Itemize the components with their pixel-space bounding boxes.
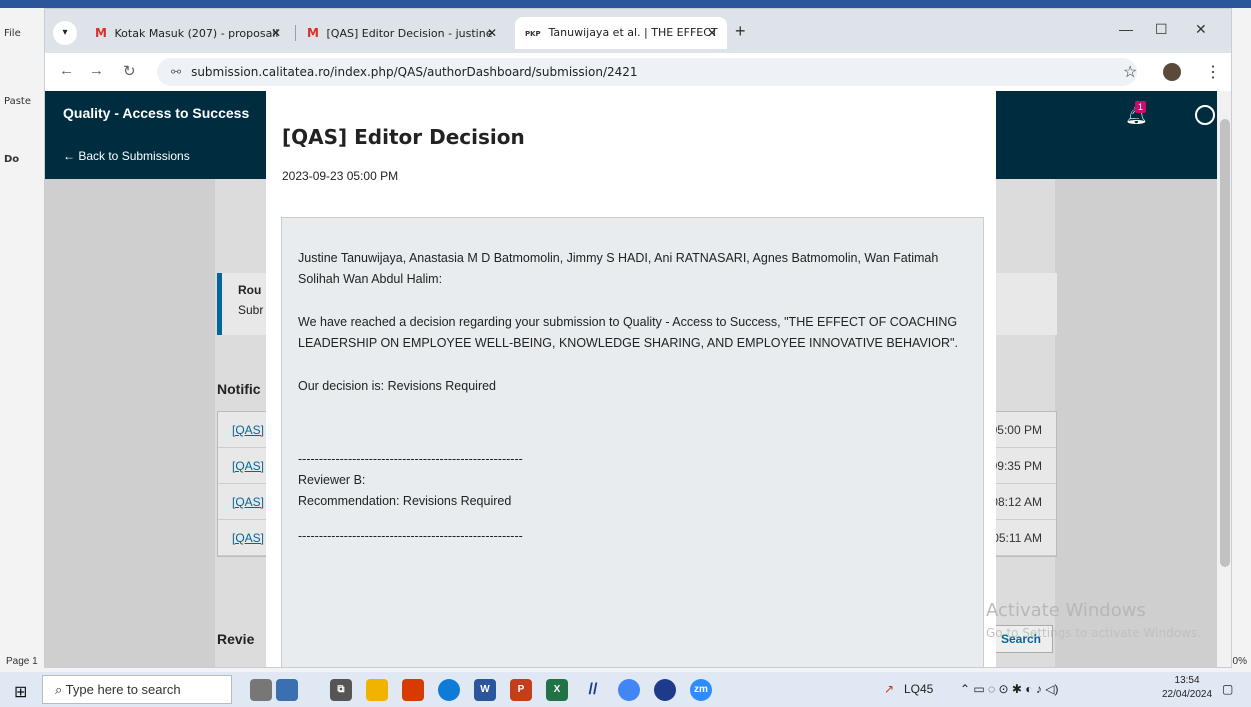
- email-body: Justine Tanuwijaya, Anastasia M D Batmom…: [281, 217, 984, 667]
- notes-icon[interactable]: //: [582, 679, 604, 701]
- browser-toolbar: ← → ↻ ⚯ submission.calitatea.ro/index.php…: [45, 53, 1231, 91]
- tab-submission[interactable]: PKP Tanuwijaya et al. | THE EFFECT ✕: [515, 17, 727, 49]
- chrome-icon[interactable]: [618, 679, 640, 701]
- user-account-icon[interactable]: [1195, 105, 1215, 125]
- maximize-icon[interactable]: ☐: [1155, 21, 1168, 38]
- windows-start-icon[interactable]: ⊞: [14, 682, 27, 702]
- email-addressees: Justine Tanuwijaya, Anastasia M D Batmom…: [298, 251, 939, 286]
- task-view-icon[interactable]: ⧉: [330, 679, 352, 701]
- tab-strip: ▾ M Kotak Masuk (207) - proposall ✕ M [Q…: [45, 9, 1231, 53]
- round-label: Rou: [238, 283, 262, 297]
- app-icon[interactable]: [654, 679, 676, 701]
- search-icon: ⌕: [55, 682, 66, 697]
- notification-time: 05:00 PM: [990, 423, 1042, 437]
- notification-center-icon[interactable]: ▢: [1222, 682, 1233, 696]
- word-icon[interactable]: W: [474, 679, 496, 701]
- system-clock[interactable]: 13:54 22/04/2024: [1162, 674, 1212, 702]
- zoom-icon[interactable]: zm: [690, 679, 712, 701]
- tab-editor-decision[interactable]: M [QAS] Editor Decision - justine ✕: [297, 17, 507, 49]
- modal-title: [QAS] Editor Decision: [282, 125, 525, 149]
- email-divider: ----------------------------------------…: [298, 529, 523, 543]
- tray-overflow-icon[interactable]: ⌃ ▭ ◌ ⊙ ✱ ◐ ♪ ◁): [960, 682, 1058, 696]
- page-status: Page 1: [6, 656, 38, 667]
- review-heading: Revie: [217, 631, 255, 647]
- site-info-icon[interactable]: ⚯: [171, 65, 181, 79]
- tab-search-icon[interactable]: ▾: [53, 21, 77, 45]
- journal-name[interactable]: Quality - Access to Success: [63, 105, 249, 121]
- round-sub: Subr: [238, 303, 264, 317]
- editor-decision-modal: [QAS] Editor Decision 2023-09-23 05:00 P…: [266, 91, 996, 667]
- notification-link[interactable]: [QAS]: [232, 459, 264, 473]
- email-recommendation: Recommendation: Revisions Required: [298, 494, 512, 508]
- doc-tab[interactable]: Do: [4, 154, 19, 165]
- notification-time: 09:35 PM: [990, 459, 1042, 473]
- email-decision: Our decision is: Revisions Required: [298, 379, 497, 393]
- activate-windows-hint: Go to Settings to activate Windows.: [986, 626, 1201, 640]
- powerpoint-icon[interactable]: P: [510, 679, 532, 701]
- activate-windows-watermark: Activate Windows: [986, 600, 1146, 621]
- back-arrow-icon[interactable]: ←: [59, 62, 74, 79]
- close-tab-icon[interactable]: ✕: [707, 17, 717, 49]
- menu-kebab-icon[interactable]: ⋮: [1205, 62, 1221, 82]
- email-paragraph: We have reached a decision regarding you…: [298, 315, 958, 350]
- reload-icon[interactable]: ↻: [123, 62, 136, 80]
- notifications-heading: Notific: [217, 381, 261, 397]
- word-file-tab[interactable]: File: [4, 28, 21, 39]
- photos-icon[interactable]: [276, 679, 298, 701]
- page-scrollbar[interactable]: [1217, 91, 1231, 667]
- notification-time: 08:12 AM: [991, 495, 1042, 509]
- minimize-icon[interactable]: —: [1119, 21, 1133, 37]
- new-tab-button[interactable]: +: [735, 21, 746, 42]
- email-divider: ----------------------------------------…: [298, 452, 523, 466]
- notification-time: 05:11 AM: [992, 531, 1042, 545]
- profile-avatar[interactable]: [1163, 63, 1181, 81]
- url-text: submission.calitatea.ro/index.php/QAS/au…: [191, 65, 638, 79]
- word-ribbon-left: File Paste Do: [0, 8, 44, 672]
- gmail-icon: M: [307, 26, 319, 40]
- word-titlebar: [0, 0, 1251, 8]
- windows-taskbar: ⊞ ⌕ Type here to search ⧉ W P X // zm ↗ …: [0, 672, 1251, 707]
- tab-gmail-inbox[interactable]: M Kotak Masuk (207) - proposall ✕: [85, 17, 291, 49]
- gmail-icon: M: [95, 26, 107, 40]
- tab-separator: [295, 25, 296, 41]
- chrome-window: ▾ M Kotak Masuk (207) - proposall ✕ M [Q…: [44, 8, 1232, 668]
- paste-button[interactable]: Paste: [4, 96, 31, 107]
- forward-arrow-icon[interactable]: →: [89, 62, 104, 79]
- file-explorer-icon[interactable]: [366, 679, 388, 701]
- scrollbar-thumb[interactable]: [1220, 119, 1230, 567]
- bookmark-star-icon[interactable]: ☆: [1123, 62, 1137, 82]
- close-window-icon[interactable]: ✕: [1195, 21, 1207, 38]
- stock-icon[interactable]: ↗: [884, 682, 894, 696]
- page-viewport: Quality - Access to Success ← Back to Su…: [45, 91, 1217, 667]
- address-bar[interactable]: ⚯ submission.calitatea.ro/index.php/QAS/a…: [157, 58, 1137, 86]
- close-tab-icon[interactable]: ✕: [487, 17, 497, 49]
- modal-date: 2023-09-23 05:00 PM: [282, 169, 399, 183]
- notification-link[interactable]: [QAS]: [232, 531, 264, 545]
- close-tab-icon[interactable]: ✕: [271, 17, 281, 49]
- notification-link[interactable]: [QAS]: [232, 495, 264, 509]
- notification-badge: 1: [1135, 101, 1147, 113]
- edge-icon[interactable]: [438, 679, 460, 701]
- notification-link[interactable]: [QAS]: [232, 423, 264, 437]
- back-to-submissions-link[interactable]: ← Back to Submissions: [63, 149, 190, 163]
- acrobat-icon[interactable]: [402, 679, 424, 701]
- pkp-icon: PKP: [525, 30, 541, 38]
- stock-label[interactable]: LQ45: [904, 682, 933, 696]
- word-right-pane: [1232, 8, 1251, 672]
- email-reviewer: Reviewer B:: [298, 473, 366, 487]
- excel-icon[interactable]: X: [546, 679, 568, 701]
- taskbar-search[interactable]: ⌕ Type here to search: [42, 675, 232, 704]
- trash-icon[interactable]: [250, 679, 272, 701]
